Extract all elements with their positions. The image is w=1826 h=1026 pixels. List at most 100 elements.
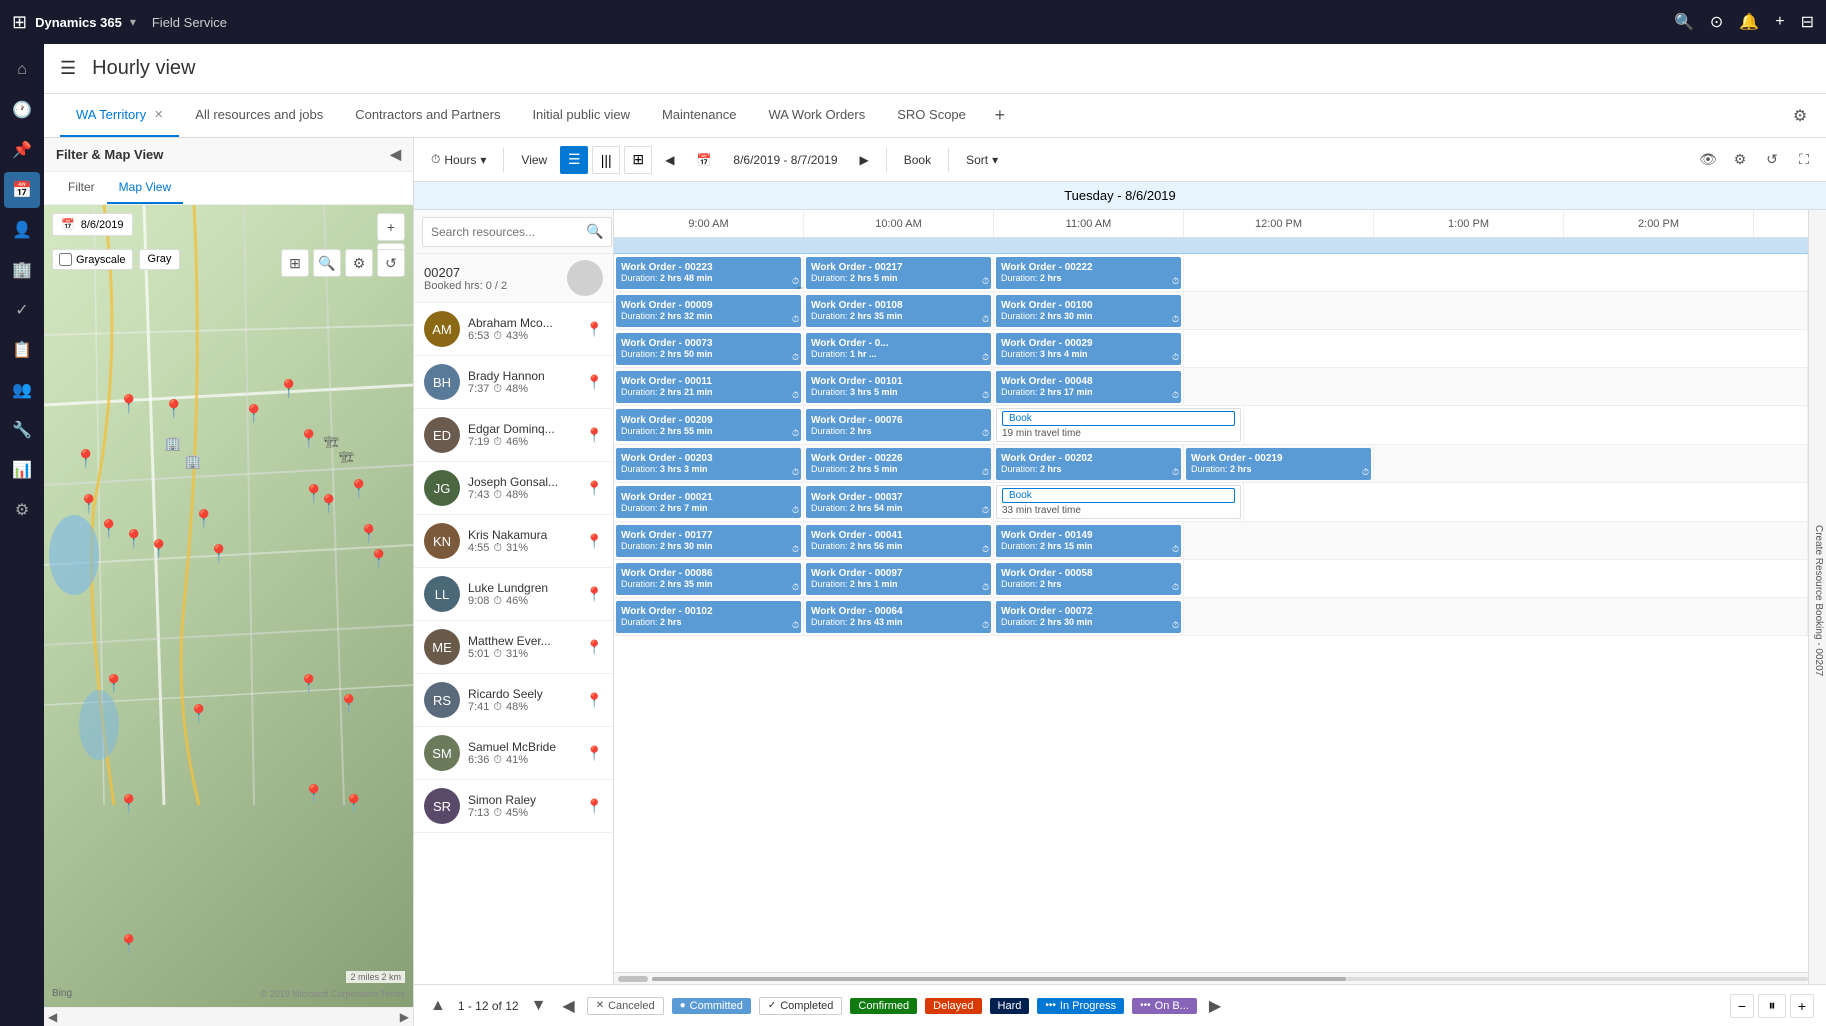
resource-item-10[interactable]: SR Simon Raley 7:13 ⏱ 45% 📍 [414, 780, 613, 833]
resource-map-pin-9[interactable]: 📍 [586, 745, 603, 762]
map-pin-9[interactable]: 📍 [148, 539, 170, 560]
map-pin-6[interactable]: 📍 [78, 494, 100, 515]
map-pin-14[interactable]: 📍 [318, 494, 340, 515]
app-chevron[interactable]: ▾ [130, 15, 136, 29]
grayscale-checkbox-label[interactable]: Grayscale [52, 249, 133, 270]
resource-item-4[interactable]: JG Joseph Gonsal... 7:43 ⏱ 48% 📍 [414, 462, 613, 515]
map-pin-16[interactable]: 📍 [358, 524, 380, 545]
tab-close-wa-territory[interactable]: ✕ [154, 108, 163, 121]
map-pin-24[interactable]: 📍 [303, 784, 325, 805]
wo-block-00009[interactable]: Work Order - 00009 Duration: 2 hrs 32 mi… [616, 295, 801, 327]
map-pin-25[interactable]: 📍 [343, 794, 365, 815]
map-layers-icon[interactable]: ⊞ [281, 249, 309, 277]
tab-initial-public[interactable]: Initial public view [516, 94, 646, 137]
wo-block-00072[interactable]: Work Order - 00072 Duration: 2 hrs 30 mi… [996, 601, 1181, 633]
wo-block-00011[interactable]: Work Order - 00011 Duration: 2 hrs 21 mi… [616, 371, 801, 403]
sidebar-icon-activities[interactable]: ✓ [4, 292, 40, 328]
calendar-btn[interactable]: 📅 [687, 144, 720, 176]
tab-add-button[interactable]: + [982, 98, 1018, 134]
filter-panel-collapse[interactable]: ◀ [390, 146, 401, 163]
fullscreen-icon-btn[interactable]: ⛶ [1790, 146, 1818, 174]
view-bars-btn[interactable]: ||| [592, 146, 620, 174]
refresh-icon-btn[interactable]: ↺ [1758, 146, 1786, 174]
gray-button[interactable]: Gray [139, 249, 181, 270]
resource-item-2[interactable]: BH Brady Hannon 7:37 ⏱ 48% 📍 [414, 356, 613, 409]
horizontal-scrollbar[interactable] [614, 972, 1808, 984]
status-nav-up[interactable]: ▲ [426, 995, 450, 1017]
travel-block-2[interactable]: Book 33 min travel time [996, 485, 1241, 519]
nav-next[interactable]: ▶ [851, 144, 878, 176]
sidebar-icon-schedule[interactable]: 📅 [4, 172, 40, 208]
filter-nav-icon[interactable]: ⊟ [1801, 12, 1814, 32]
wo-block-00219[interactable]: Work Order - 00219 Duration: 2 hrs ⏱ [1186, 448, 1371, 480]
map-pin-12[interactable]: 📍 [208, 544, 230, 565]
map-pin-23[interactable]: 📍 [118, 794, 140, 815]
wo-block-00076[interactable]: Work Order - 00076 Duration: 2 hrs ⏱ [806, 409, 991, 441]
map-pin-20[interactable]: 📍 [298, 674, 320, 695]
wo-block-00041[interactable]: Work Order - 00041 Duration: 2 hrs 56 mi… [806, 525, 991, 557]
sort-button[interactable]: Sort ▾ [957, 144, 1007, 176]
tab-contractors[interactable]: Contractors and Partners [339, 94, 516, 137]
wo-block-00222[interactable]: Work Order - 00222 Duration: 2 hrs ⏱ [996, 257, 1181, 289]
sidebar-icon-settings[interactable]: ⚙ [4, 492, 40, 528]
resource-item-7[interactable]: ME Matthew Ever... 5:01 ⏱ 31% 📍 [414, 621, 613, 674]
bell-icon[interactable]: 🔔 [1739, 12, 1759, 32]
wo-block-00086[interactable]: Work Order - 00086 Duration: 2 hrs 35 mi… [616, 563, 801, 595]
search-input[interactable] [431, 225, 586, 239]
status-prev-page[interactable]: ◀ [558, 994, 578, 1018]
sidebar-icon-work-orders[interactable]: 📋 [4, 332, 40, 368]
travel-block-1[interactable]: Book 19 min travel time [996, 408, 1241, 442]
map-pin-18[interactable]: 📍 [103, 674, 125, 695]
resource-map-pin-10[interactable]: 📍 [586, 798, 603, 815]
sidebar-icon-tools[interactable]: 🔧 [4, 412, 40, 448]
eye-icon-btn[interactable]: 👁 [1694, 146, 1722, 174]
sidebar-icon-contacts[interactable]: 👤 [4, 212, 40, 248]
map-pin-4[interactable]: 📍 [278, 379, 300, 400]
map-pin-2[interactable]: 📍 [163, 399, 185, 420]
resource-item-1[interactable]: AM Abraham Mco... 6:53 ⏱ 43% 📍 [414, 303, 613, 356]
search-icon[interactable]: 🔍 [1674, 12, 1694, 32]
status-nav-down[interactable]: ▼ [527, 995, 551, 1017]
wo-block-00029[interactable]: Work Order - 00029 Duration: 3 hrs 4 min… [996, 333, 1181, 365]
map-pin-10[interactable]: 📍 [75, 449, 97, 470]
book-button[interactable]: Book [895, 144, 940, 176]
wo-block-row3-2[interactable]: Work Order - 0... Duration: 1 hr ... ⏱ [806, 333, 991, 365]
map-settings-icon[interactable]: ⚙ [345, 249, 373, 277]
tab-maintenance[interactable]: Maintenance [646, 94, 752, 137]
sidebar-icon-reports[interactable]: 📊 [4, 452, 40, 488]
map-pin-1[interactable]: 📍 [118, 394, 140, 415]
sidebar-icon-accounts[interactable]: 🏢 [4, 252, 40, 288]
wo-block-00202[interactable]: Work Order - 00202 Duration: 2 hrs ⏱ [996, 448, 1181, 480]
resource-item-8[interactable]: RS Ricardo Seely 7:41 ⏱ 48% 📍 [414, 674, 613, 727]
map-pin-26[interactable]: 📍 [118, 934, 140, 955]
wo-block-00021[interactable]: Work Order - 00021 Duration: 2 hrs 7 min… [616, 486, 801, 518]
map-search-icon[interactable]: 🔍 [313, 249, 341, 277]
hours-dropdown[interactable]: ⏱ Hours ▾ [422, 144, 495, 176]
grayscale-checkbox[interactable] [59, 253, 72, 266]
wo-block-00226[interactable]: Work Order - 00226 Duration: 2 hrs 5 min… [806, 448, 991, 480]
hamburger-menu[interactable]: ☰ [60, 58, 76, 79]
date-range-display[interactable]: 8/6/2019 - 8/7/2019 [724, 144, 846, 176]
sidebar-icon-recent[interactable]: 🕐 [4, 92, 40, 128]
map-pin-3[interactable]: 📍 [243, 404, 265, 425]
resource-map-pin-3[interactable]: 📍 [586, 427, 603, 444]
tab-wa-territory[interactable]: WA Territory ✕ [60, 94, 179, 137]
map-pin-21[interactable]: 📍 [338, 694, 360, 715]
resource-item-5[interactable]: KN Kris Nakamura 4:55 ⏱ 31% 📍 [414, 515, 613, 568]
map-pin-11[interactable]: 📍 [193, 509, 215, 530]
wo-block-00203[interactable]: Work Order - 00203 Duration: 3 hrs 3 min… [616, 448, 801, 480]
pause-btn[interactable]: ⏸ [1758, 994, 1786, 1018]
plus-icon[interactable]: + [1775, 13, 1784, 31]
wo-block-00037[interactable]: Work Order - 00037 Duration: 2 hrs 54 mi… [806, 486, 991, 518]
apps-icon[interactable]: ⊞ [12, 12, 27, 33]
settings-icon-btn[interactable]: ⚙ [1726, 146, 1754, 174]
resource-item-3[interactable]: ED Edgar Dominq... 7:19 ⏱ 46% 📍 [414, 409, 613, 462]
filter-tab-filter[interactable]: Filter [56, 172, 107, 204]
sidebar-icon-home[interactable]: ⌂ [4, 52, 40, 88]
sidebar-icon-pinned[interactable]: 📌 [4, 132, 40, 168]
status-next-page[interactable]: ▶ [1205, 994, 1225, 1018]
view-label[interactable]: View [512, 144, 556, 176]
tab-wa-work-orders[interactable]: WA Work Orders [752, 94, 881, 137]
zoom-out-btn[interactable]: − [1730, 994, 1754, 1018]
create-booking-panel[interactable]: Create Resource Booking - 00207 [1808, 210, 1826, 984]
